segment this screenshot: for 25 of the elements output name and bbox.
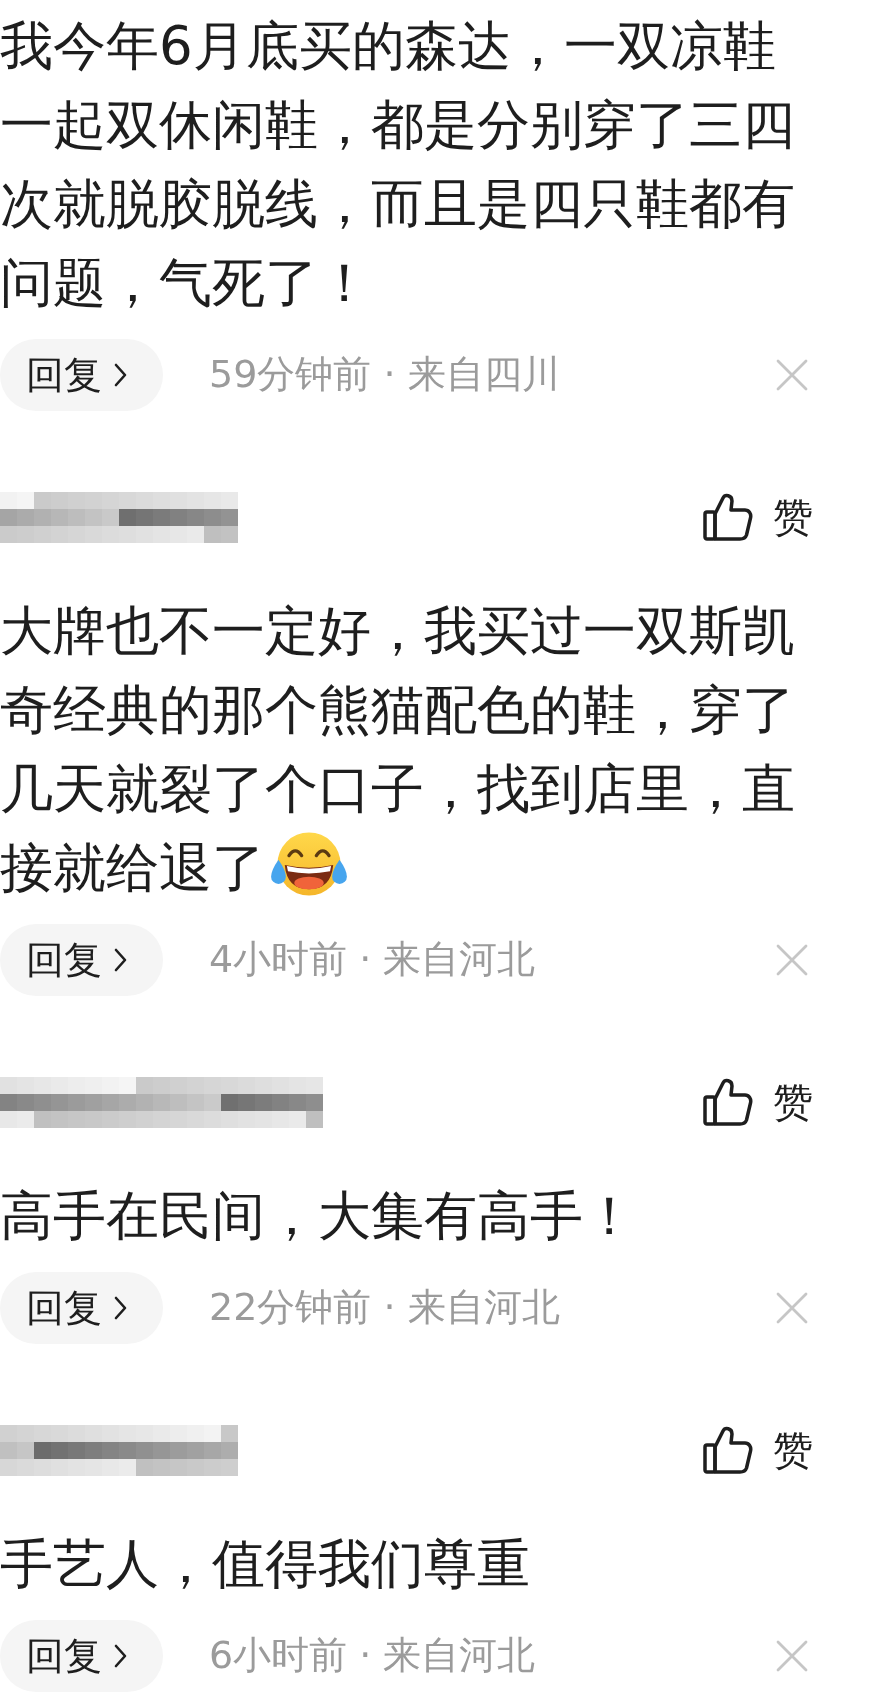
like-button[interactable]: 赞 <box>703 493 813 541</box>
comment-text: 我今年6月底买的森达，一双凉鞋一起双休闲鞋，都是分别穿了三四次就脱胶脱线，而且是四只鞋都有问题，气死了！ <box>0 15 795 313</box>
chevron-right-icon <box>114 1644 127 1668</box>
comment-text: 大牌也不一定好，我买过一双斯凯奇经典的那个熊猫配色的鞋，穿了几天就裂了个口子，找到店里，直 <box>0 599 796 821</box>
comment-meta-text: 4小时前 · 来自河北 <box>209 937 536 983</box>
tears-of-joy-emoji-icon <box>269 830 349 898</box>
close-icon[interactable] <box>776 1640 808 1672</box>
close-icon[interactable] <box>776 359 808 391</box>
comment-text: 高手在民间，大集有高手！ <box>0 1185 636 1246</box>
reply-button[interactable]: 回复 <box>0 339 163 411</box>
close-icon[interactable] <box>776 944 808 976</box>
reply-button[interactable]: 回复 <box>0 1272 163 1344</box>
comment-meta-text: 22分钟前 · 来自河北 <box>209 1285 560 1331</box>
comment-meta-text: 59分钟前 · 来自四川 <box>209 352 560 398</box>
like-button[interactable]: 赞 <box>703 1078 813 1126</box>
comment-text: 手艺人，值得我们尊重 <box>0 1533 530 1594</box>
like-button[interactable]: 赞 <box>703 1426 813 1474</box>
chevron-right-icon <box>114 948 127 972</box>
close-icon[interactable] <box>776 1292 808 1324</box>
chevron-right-icon <box>114 363 127 387</box>
comment-text: 接就给退了 <box>0 837 265 898</box>
comment-meta-text: 6小时前 · 来自河北 <box>209 1633 536 1679</box>
reply-button[interactable]: 回复 <box>0 1620 163 1692</box>
chevron-right-icon <box>114 1296 127 1320</box>
reply-button[interactable]: 回复 <box>0 924 163 996</box>
